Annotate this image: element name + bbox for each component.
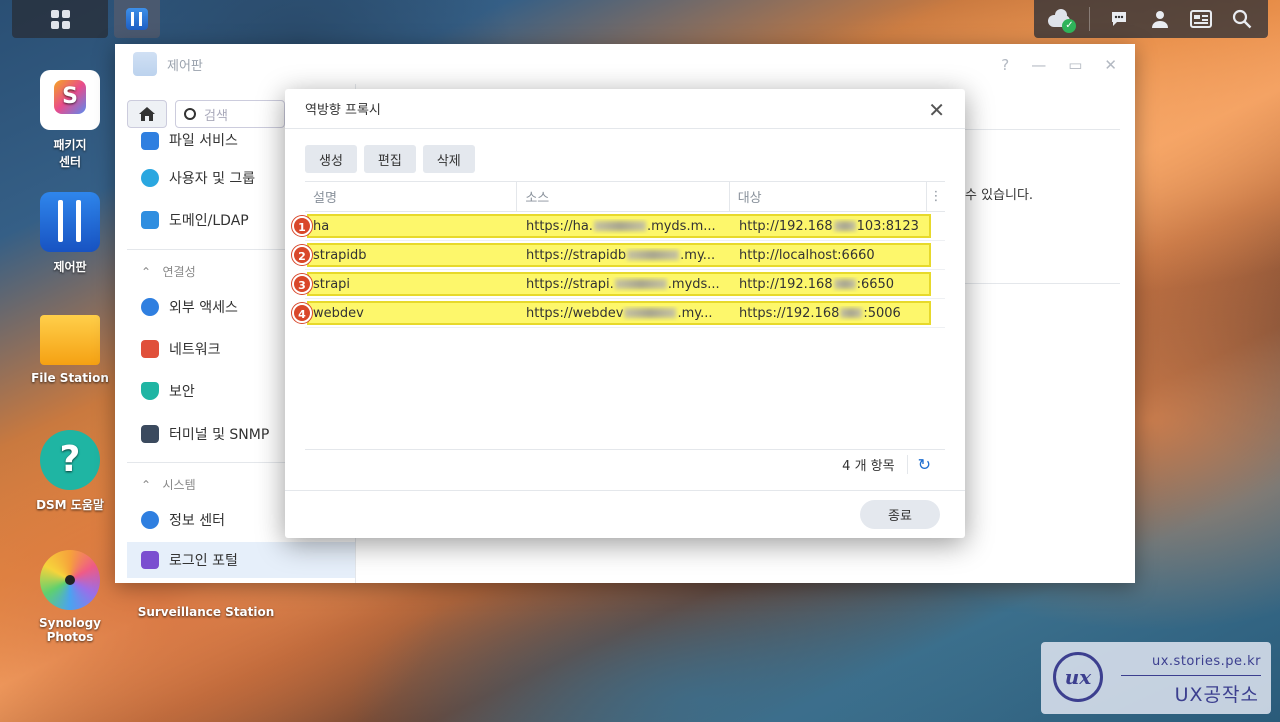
row-number-badge: 1 — [292, 216, 312, 236]
shield-icon — [141, 382, 159, 400]
row-destination: http://192.168 103:8123 — [739, 218, 919, 234]
maximize-icon[interactable]: ▭ — [1068, 56, 1082, 74]
ux-logo: ux — [1053, 652, 1103, 702]
content-text: 수 있습니다. — [965, 188, 1034, 203]
row-description: ha — [313, 218, 330, 234]
taskbar-right: ✓ — [1034, 0, 1268, 38]
desktop-icon-control-panel[interactable]: 제어판 — [15, 192, 125, 275]
info-icon — [141, 511, 159, 529]
desktop-icon-label: 제어판 — [53, 260, 87, 274]
row-description: strapidb — [313, 247, 367, 263]
sidebar-item-login-portal[interactable]: 로그인 포털 — [127, 542, 355, 578]
row-source: https://strapidb .my... — [526, 247, 716, 263]
create-button[interactable]: 생성 — [305, 145, 357, 173]
desktop-icon-label: Synology Photos — [38, 616, 102, 644]
file-services-icon — [141, 132, 159, 150]
users-icon — [141, 169, 159, 187]
item-count: 4 개 항목 — [842, 459, 895, 474]
row-number-badge: 3 — [292, 274, 312, 294]
terminal-icon — [141, 425, 159, 443]
proxy-rules-table: 설명 소스 대상 ⋮ 1 ha https://ha. .myds.m... ht… — [292, 181, 945, 450]
row-source: https://webdev .my... — [526, 305, 713, 321]
row-number-badge: 2 — [292, 245, 312, 265]
search-icon[interactable] — [1230, 7, 1254, 31]
close-button[interactable]: 종료 — [860, 500, 940, 529]
section-system: ⌃ 시스템 — [141, 478, 196, 492]
main-menu-icon — [50, 9, 70, 29]
column-menu-icon[interactable]: ⋮ — [927, 189, 945, 204]
row-source: https://ha. .myds.m... — [526, 218, 716, 234]
search-placeholder: 검색 — [204, 108, 228, 124]
delete-button[interactable]: 삭제 — [422, 145, 475, 173]
widgets-icon[interactable] — [1189, 7, 1213, 31]
row-destination: https://192.168:5006 — [739, 305, 901, 321]
desktop-icon-surveillance-station[interactable]: Surveillance Station — [136, 605, 276, 619]
close-icon[interactable]: ✕ — [928, 98, 945, 122]
external-access-icon — [141, 298, 159, 316]
photos-icon — [40, 550, 100, 610]
row-destination: http://localhost:6660 — [739, 247, 875, 263]
table-footer: 4 개 항목 ↻ — [305, 449, 945, 479]
column-header-destination[interactable]: 대상 — [730, 182, 928, 211]
desktop-icon-dsm-help[interactable]: ? DSM 도움말 — [15, 430, 125, 513]
help-icon[interactable]: ? — [1001, 56, 1009, 74]
table-header: 설명 소스 대상 ⋮ — [305, 182, 945, 212]
row-description: webdev — [313, 305, 364, 321]
column-header-description[interactable]: 설명 — [305, 182, 518, 211]
dialog-header[interactable]: 역방향 프록시 — [285, 89, 965, 129]
search-icon — [184, 108, 196, 120]
desktop-icon-file-station[interactable]: File Station — [15, 305, 125, 385]
user-icon[interactable] — [1148, 7, 1172, 31]
login-portal-icon — [141, 551, 159, 569]
row-number-badge: 4 — [292, 303, 312, 323]
column-header-source[interactable]: 소스 — [517, 182, 730, 211]
taskbar-left — [12, 0, 160, 38]
file-station-icon — [40, 315, 100, 365]
row-destination: http://192.168:6650 — [739, 276, 895, 292]
watermark-title: UX공작소 — [1174, 684, 1259, 706]
help-icon: ? — [40, 430, 100, 490]
taskbar-control-panel-button[interactable] — [114, 0, 160, 38]
refresh-icon[interactable]: ↻ — [906, 455, 931, 474]
reverse-proxy-dialog: 역방향 프록시 ✕ 생성 편집 삭제 설명 소스 대상 ⋮ 1 ha https… — [285, 89, 965, 538]
dialog-title: 역방향 프록시 — [305, 103, 381, 118]
desktop-icon-package-center[interactable]: 패키지 센터 — [15, 70, 125, 170]
row-source: https://strapi. .myds... — [526, 276, 720, 292]
table-row[interactable]: 3 strapi https://strapi. .myds... http://… — [292, 270, 945, 299]
home-icon — [139, 107, 155, 121]
home-button[interactable] — [127, 100, 167, 128]
section-connectivity: ⌃ 연결성 — [141, 265, 196, 279]
edit-button[interactable]: 편집 — [363, 145, 416, 173]
close-icon[interactable]: ✕ — [1104, 56, 1117, 74]
search-input[interactable]: 검색 — [175, 100, 285, 128]
table-row[interactable]: 1 ha https://ha. .myds.m... http://192.16… — [292, 212, 945, 241]
chat-icon[interactable] — [1107, 7, 1131, 31]
main-menu-button[interactable] — [12, 0, 108, 38]
dialog-toolbar: 생성 편집 삭제 — [305, 145, 475, 173]
table-row[interactable]: 2 strapidb https://strapidb .my... http:/… — [292, 241, 945, 270]
window-title: 제어판 — [167, 58, 203, 74]
desktop-icon-label: 센터 — [58, 155, 82, 169]
desktop-icon-label: File Station — [31, 371, 109, 385]
package-center-icon — [40, 70, 100, 130]
desktop-icon-label: DSM 도움말 — [36, 498, 104, 512]
row-description: strapi — [313, 276, 351, 292]
control-panel-icon — [40, 192, 100, 252]
window-controls: ? — ▭ ✕ — [1001, 56, 1117, 74]
table-row[interactable]: 4 webdev https://webdev .my... https://19… — [292, 299, 945, 328]
control-panel-icon — [133, 52, 157, 76]
network-icon — [141, 340, 159, 358]
watermark-url: ux.stories.pe.kr — [1151, 654, 1261, 669]
control-panel-titlebar[interactable]: 제어판 — [115, 44, 1135, 84]
desktop-icon-synology-photos[interactable]: Synology Photos — [15, 550, 125, 644]
desktop-icon-label: Surveillance Station — [137, 605, 275, 619]
minimize-icon[interactable]: — — [1031, 56, 1046, 74]
desktop-icon-label: 패키지 — [53, 138, 87, 152]
domain-icon — [141, 211, 159, 229]
watermark: ux ux.stories.pe.kr UX공작소 — [1041, 642, 1271, 714]
control-panel-icon — [126, 8, 148, 30]
cloud-sync-icon[interactable]: ✓ — [1048, 7, 1077, 33]
